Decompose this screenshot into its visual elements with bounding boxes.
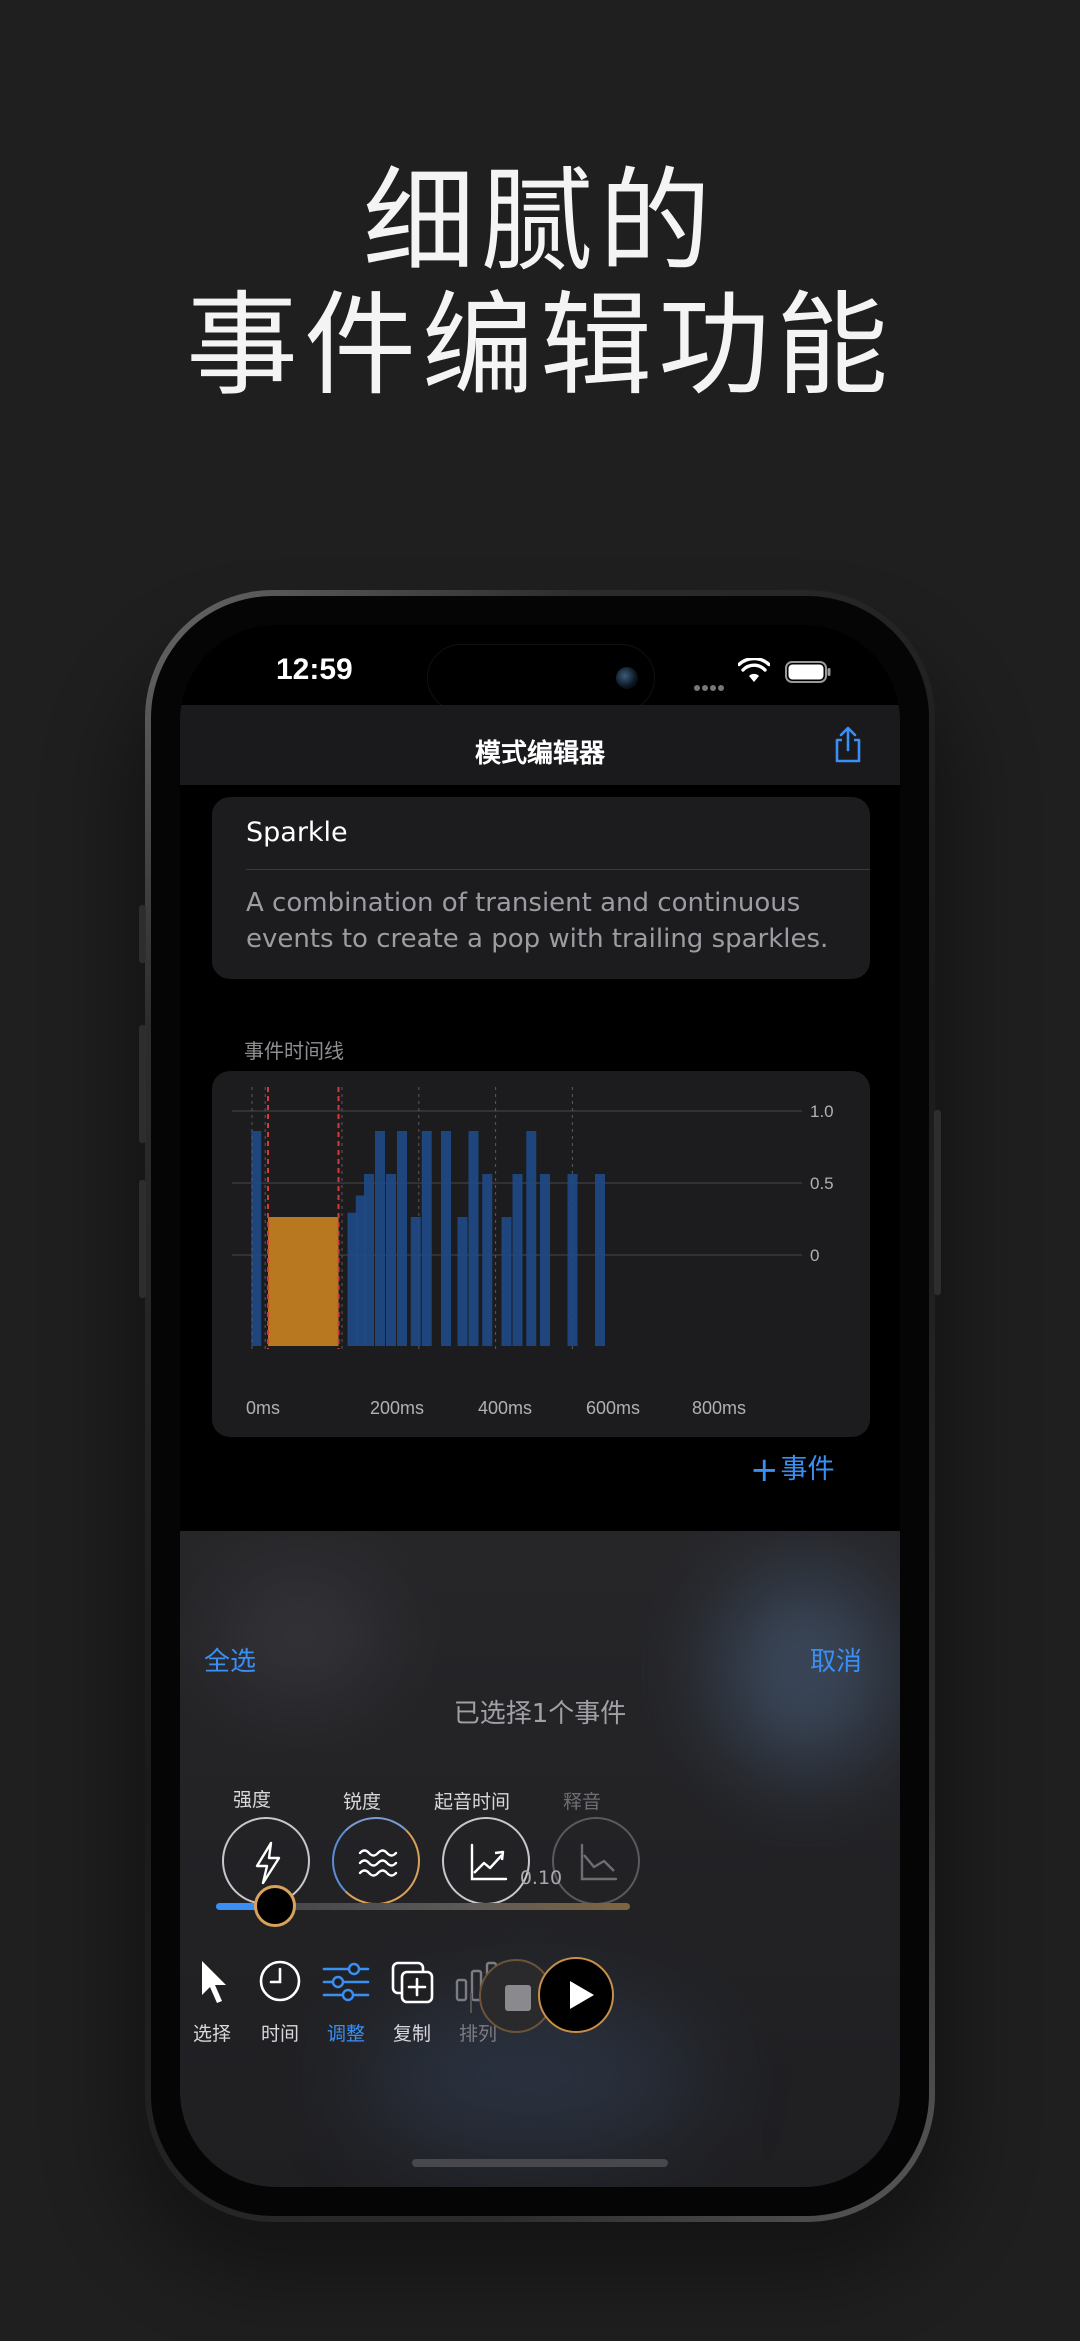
duplicate-icon [391,1961,434,2004]
pattern-name[interactable]: Sparkle [246,817,348,848]
signal-dots-icon [694,676,730,691]
play-button[interactable] [538,1957,614,2033]
page-title: 模式编辑器 [474,739,605,769]
stop-icon [505,1985,531,2011]
transient-event-bar [482,1174,493,1346]
phone-action-button [139,905,146,963]
transient-event-bar [512,1174,523,1346]
transient-event-bar [375,1131,385,1346]
param-label-attack: 起音时间 [433,1791,510,1813]
transient-event-bar [595,1174,605,1346]
cancel-button[interactable]: 取消 [810,1641,862,1678]
transient-event-bar [457,1217,468,1346]
sliders-icon [322,1962,370,2002]
release-time-button[interactable] [552,1817,640,1905]
pattern-info-card: Sparkle A combination of transient and c… [212,797,870,979]
dynamic-island [427,644,655,712]
battery-icon [785,661,831,683]
transient-event-bar [441,1131,451,1346]
transient-event-bar [468,1131,479,1346]
divider [246,869,870,870]
pattern-description[interactable]: A combination of transient and continuou… [246,885,846,957]
y-tick-label: 0 [810,1246,819,1265]
transient-event-bar [397,1131,407,1346]
transient-event-bar [526,1131,537,1346]
home-indicator [412,2159,668,2167]
promo-headline: 细腻的 事件编辑功能 [0,160,1080,408]
sharpness-button[interactable] [332,1817,420,1905]
x-tick-label: 200ms [370,1398,424,1418]
transient-event-bar [540,1174,550,1346]
timeline-section-label: 事件时间线 [244,1039,344,1063]
clock-icon [259,1960,301,2002]
y-tick-label: 1.0 [810,1102,834,1121]
x-tick-label: 800ms [692,1398,746,1418]
param-label-release: 释音 [562,1791,601,1813]
add-event-label: 事件 [780,1454,835,1485]
add-event-button[interactable]: +事件 [750,1447,835,1490]
phone-volume-down-button [139,1180,146,1298]
front-camera [616,667,638,689]
status-time: 12:59 [276,653,353,686]
transient-event-bar [421,1131,432,1346]
transient-event-bar [364,1174,374,1346]
phone-power-button [934,1110,941,1295]
attack-time-button[interactable] [442,1817,530,1905]
toolbar-separator [470,1993,472,2013]
transient-event-bar [251,1131,262,1346]
param-label-intensity: 强度 [232,1789,271,1811]
wifi-icon [738,658,770,682]
param-value: 0.10 [519,1867,563,1889]
x-tick-label: 600ms [586,1398,640,1418]
headline-line-1: 细腻的 [363,157,717,287]
share-icon[interactable] [831,725,865,765]
event-timeline-card[interactable]: 0 0.5 1.0 0ms 200ms 400ms 600ms 800ms [212,1071,870,1437]
play-icon [570,1981,594,2009]
headline-line-2: 事件编辑功能 [186,281,894,411]
select-all-button[interactable]: 全选 [204,1641,256,1678]
value-slider-thumb[interactable] [254,1885,296,1927]
plus-icon: + [750,1450,779,1490]
x-tick-label: 400ms [478,1398,532,1418]
transient-event-bar [567,1174,578,1346]
phone-screen: 12:59 模式编辑器 Sparkle A combination of tra… [180,625,900,2187]
continuous-event-bar [268,1217,339,1346]
transient-event-bar [501,1217,512,1346]
event-timeline-chart[interactable]: 0 0.5 1.0 0ms 200ms 400ms 600ms 800ms [212,1071,870,1437]
transient-event-bar [386,1174,396,1346]
selected-count: 已选择1个事件 [453,1699,627,1729]
param-label-sharpness: 锐度 [342,1791,381,1813]
phone-volume-up-button [139,1025,146,1143]
cursor-arrow-icon [202,1961,226,2003]
transient-event-bar [410,1217,421,1346]
y-tick-label: 0.5 [810,1174,834,1193]
x-tick-label: 0ms [246,1398,280,1418]
